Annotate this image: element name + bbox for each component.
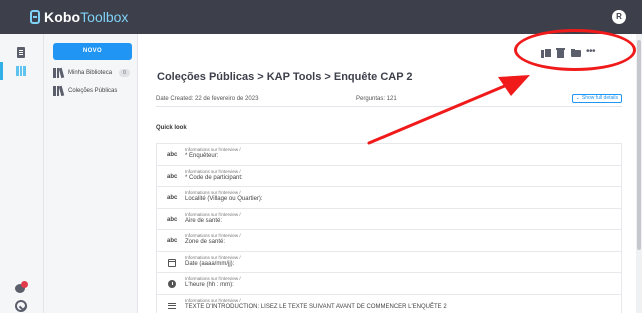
top-bar: Kobo Toolbox R [0,0,642,34]
new-button[interactable]: NOVO [53,43,132,60]
language-globe-icon[interactable] [14,299,28,313]
library-icon[interactable] [14,64,28,78]
question-label: Localité (Village ou Quartier): [185,196,263,202]
show-full-details-button[interactable]: ⌄ Show full details [571,94,622,103]
question-list: abc Informations sur l'interview / * Enq… [156,143,622,313]
scrollbar[interactable] [636,34,642,313]
sidebar-item-label: Coleções Públicas [68,88,118,94]
text-type-icon: abc [167,216,178,223]
question-row[interactable]: abc Informations sur l'interview / * Enq… [156,143,622,165]
asset-meta-row: Date Created: 22 de fevereiro de 2023 Pe… [156,93,622,107]
text-type-icon: abc [167,195,178,201]
help-bubble-icon[interactable] [14,281,28,295]
count-badge: 0 [119,69,131,77]
page-title: Coleções Públicas > KAP Tools > Enquête … [157,71,413,83]
user-avatar[interactable]: R [612,10,626,24]
logo-text-kobo: Kobo [44,9,81,25]
books-icon [53,67,64,79]
question-label: * Enquêteur: [185,153,219,159]
quick-look-heading: Quick look [156,125,187,131]
question-row[interactable]: abc Informations sur l'interview / Aire … [156,207,622,229]
question-row[interactable]: Informations sur l'interview / Date (aaa… [156,250,622,272]
date-created: Date Created: 22 de fevereiro de 2023 [156,96,259,102]
logo-text-toolbox: Toolbox [80,9,129,25]
calendar-icon [168,258,176,267]
question-row[interactable]: abc Informations sur l'interview / * Cod… [156,164,622,186]
text-type-icon: abc [167,173,178,180]
kobo-logo-icon [30,10,40,24]
question-label: L'heure (hh : mm): [185,282,234,288]
scrollbar-thumb[interactable] [637,40,641,250]
forms-icon[interactable] [14,46,28,60]
books-icon [53,85,64,97]
annotation-circle [514,29,636,71]
note-lines-icon [168,302,176,309]
question-row[interactable]: Informations sur l'interview / L'heure (… [156,272,622,294]
icon-rail [0,34,44,313]
sidebar-item-label: Minha Biblioteca [68,70,113,76]
question-row[interactable]: Informations sur l'interview / TEXTE D'I… [156,293,622,313]
question-label: * Code de participant: [185,174,243,181]
library-sidebar: NOVO Minha Biblioteca 0 Coleções Pública… [44,34,138,313]
question-count: Perguntas: 121 [356,96,397,102]
question-label: Date (aaaa/mm/jj): [185,260,235,267]
active-indicator [0,62,3,80]
question-label: TEXTE D'INTRODUCTION: LISEZ LE TEXTE SUI… [185,303,447,310]
question-label: Zone de santé: [185,239,226,245]
sidebar-item-my-library[interactable]: Minha Biblioteca 0 [53,66,135,80]
sidebar-item-public-collections[interactable]: Coleções Públicas [53,84,135,98]
question-row[interactable]: abc Informations sur l'interview / Local… [156,186,622,208]
text-type-icon: abc [167,152,178,158]
chevron-down-icon: ⌄ [575,95,580,101]
kobotoolbox-logo[interactable]: Kobo Toolbox [30,8,128,26]
question-row[interactable]: abc Informations sur l'interview / Zone … [156,229,622,251]
text-type-icon: abc [167,238,178,244]
clock-icon [168,280,176,288]
show-full-details-label: Show full details [581,95,618,101]
question-label: Aire de santé: [185,217,223,224]
